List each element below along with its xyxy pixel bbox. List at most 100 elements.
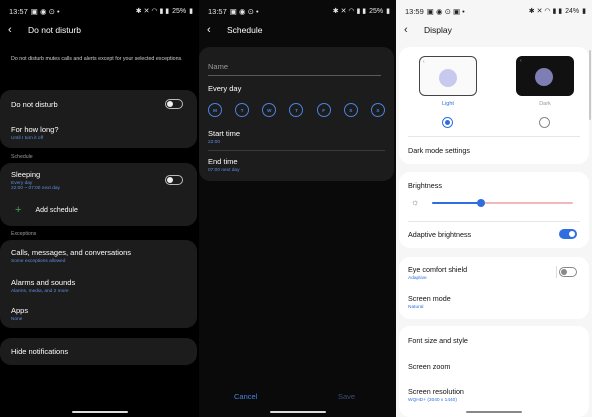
day-wednesday[interactable]: W [262, 103, 277, 117]
screen-resolution-row[interactable]: Screen resolution WQHD+ (3040 x 1440) [408, 387, 464, 403]
light-theme-preview[interactable]: ‹ [419, 56, 477, 96]
end-time-label: End time [208, 157, 238, 166]
light-radio[interactable] [442, 117, 453, 128]
screen-resolution-label: Screen resolution [408, 387, 464, 396]
status-bar: 13:57 ▣ ◉ ⊙ • ✱ ✕ ◠ ▮ ▮ 25% ▮ [9, 6, 193, 16]
battery-icon: ▮ [582, 8, 586, 15]
calls-row[interactable]: Calls, messages, and conversations Some … [11, 248, 187, 264]
back-arrow-icon[interactable]: ‹ [207, 24, 217, 36]
hide-notifications-label: Hide notifications [11, 347, 69, 356]
alarms-row[interactable]: Alarms and sounds Alarms, media, and 2 m… [11, 278, 187, 294]
battery-icon: ▮ [386, 8, 390, 15]
notification-icons: ▣ ◉ ⊙ • [30, 6, 60, 16]
for-how-long-row[interactable]: For how long? Until I turn it off [11, 125, 187, 141]
brightness-label: Brightness [408, 181, 442, 190]
screen-resolution-sub: WQHD+ (3040 x 1440) [408, 398, 457, 403]
screen-mode-sub: Natural [408, 305, 424, 310]
apps-label: Apps [11, 306, 29, 315]
back-arrow-icon[interactable]: ‹ [404, 24, 414, 36]
hide-notifications-card[interactable]: Hide notifications [0, 338, 197, 365]
day-friday[interactable]: F [316, 103, 331, 117]
brightness-thumb[interactable] [477, 199, 486, 207]
brightness-card: Brightness ☼ Adaptive brightness [399, 172, 589, 248]
notification-icons: ▣ ◉ ⊙ ▣ • [426, 6, 465, 16]
screen-card: Eye comfort shield Adaptive Screen mode … [399, 257, 589, 319]
start-time-label: Start time [208, 129, 241, 138]
add-schedule-label: Add schedule [35, 207, 78, 214]
font-size-row[interactable]: Font size and style [408, 336, 468, 345]
page-title: Display [424, 25, 452, 35]
theme-card: ‹ ‹ Light Dark Dark mode settings [399, 47, 589, 164]
gesture-bar [269, 411, 326, 413]
sleeping-time: 22:00 ~ 07:00 next day [11, 186, 60, 191]
adaptive-brightness-switch[interactable] [559, 229, 577, 239]
day-tuesday[interactable]: T [235, 103, 250, 117]
add-schedule-row[interactable]: + Add schedule [11, 205, 187, 216]
battery-level: 25% [172, 7, 187, 15]
gesture-bar [71, 411, 128, 413]
save-button[interactable]: Save [338, 392, 355, 401]
day-selector: M T W T F S S [208, 103, 385, 117]
divider [408, 136, 580, 137]
scrollbar[interactable] [589, 50, 591, 120]
dnd-switch[interactable] [165, 99, 183, 109]
apps-sub: None [11, 317, 23, 322]
status-bar: 13:59 ▣ ◉ ⊙ ▣ • ✱ ✕ ◠ ▮ ▮ 24% ▮ [405, 6, 586, 16]
light-preview-circle-icon [439, 69, 457, 87]
sleeping-switch[interactable] [165, 175, 183, 185]
screen-zoom-row[interactable]: Screen zoom [408, 362, 450, 371]
calls-label: Calls, messages, and conversations [11, 248, 132, 257]
system-icons: ✱ ✕ ◠ ▮ ▮ [332, 8, 367, 15]
schedule-screen: 13:57 ▣ ◉ ⊙ • ✱ ✕ ◠ ▮ ▮ 25% ▮ ‹ Schedule… [199, 0, 396, 417]
every-day-label: Every day [208, 84, 242, 93]
schedule-form-card: Name Every day M T W T F S S Start time … [199, 47, 394, 181]
battery-level: 24% [565, 7, 580, 15]
dark-mode-settings-row[interactable]: Dark mode settings [408, 146, 470, 155]
display-screen: 13:59 ▣ ◉ ⊙ ▣ • ✱ ✕ ◠ ▮ ▮ 24% ▮ ‹ Displa… [396, 0, 592, 417]
day-monday[interactable]: M [208, 103, 222, 117]
for-how-long-label: For how long? [11, 125, 59, 134]
apps-row[interactable]: Apps None [11, 306, 187, 322]
start-time-row[interactable]: Start time 22:00 [208, 129, 384, 145]
brightness-slider[interactable] [432, 199, 573, 207]
battery-icon: ▮ [189, 8, 193, 15]
end-time-row[interactable]: End time 07:00 next day [208, 157, 384, 173]
dark-preview-circle-icon [535, 68, 553, 86]
eye-comfort-switch[interactable] [559, 267, 577, 277]
schedule-card: Sleeping Every day 22:00 ~ 07:00 next da… [0, 163, 197, 226]
plus-icon: + [15, 204, 22, 216]
font-card: Font size and style Screen zoom Screen r… [399, 326, 589, 417]
alarms-sub: Alarms, media, and 2 more [11, 289, 69, 294]
sleeping-label: Sleeping [11, 170, 41, 179]
day-thursday[interactable]: T [289, 103, 304, 117]
sleeping-row[interactable]: Sleeping Every day 22:00 ~ 07:00 next da… [11, 170, 187, 191]
day-saturday[interactable]: S [343, 103, 358, 117]
back-arrow-icon[interactable]: ‹ [8, 24, 18, 36]
app-bar: ‹ Schedule [207, 22, 388, 38]
dnd-description: Do not disturb mutes calls and alerts ex… [11, 56, 183, 62]
eye-comfort-sub: Adaptive [408, 276, 427, 281]
cancel-button[interactable]: Cancel [234, 392, 257, 401]
dark-radio[interactable] [539, 117, 550, 128]
app-bar: ‹ Display [404, 22, 584, 38]
status-bar: 13:57 ▣ ◉ ⊙ • ✱ ✕ ◠ ▮ ▮ 25% ▮ [208, 6, 390, 16]
alarms-label: Alarms and sounds [11, 278, 76, 287]
day-sunday[interactable]: S [370, 103, 385, 117]
page-title: Schedule [227, 25, 263, 35]
name-input[interactable]: Name [208, 62, 381, 76]
divider [208, 150, 385, 151]
screen-mode-label: Screen mode [408, 294, 451, 303]
dnd-screen: 13:57 ▣ ◉ ⊙ • ✱ ✕ ◠ ▮ ▮ 25% ▮ ‹ Do not d… [0, 0, 199, 417]
battery-level: 25% [369, 7, 384, 15]
for-how-long-value: Until I turn it off [11, 136, 44, 141]
dnd-toggle-row[interactable]: Do not disturb [11, 100, 187, 109]
screen-mode-row[interactable]: Screen mode Natural [408, 294, 451, 310]
start-time-value: 22:00 [208, 140, 221, 145]
schedule-section-label: Schedule [11, 154, 33, 160]
adaptive-brightness-label[interactable]: Adaptive brightness [408, 230, 471, 239]
system-icons: ✱ ✕ ◠ ▮ ▮ [528, 8, 563, 15]
page-title: Do not disturb [28, 25, 81, 35]
status-time: 13:57 [208, 6, 227, 16]
eye-comfort-row[interactable]: Eye comfort shield Adaptive [408, 265, 467, 281]
dark-theme-preview[interactable]: ‹ [516, 56, 574, 96]
